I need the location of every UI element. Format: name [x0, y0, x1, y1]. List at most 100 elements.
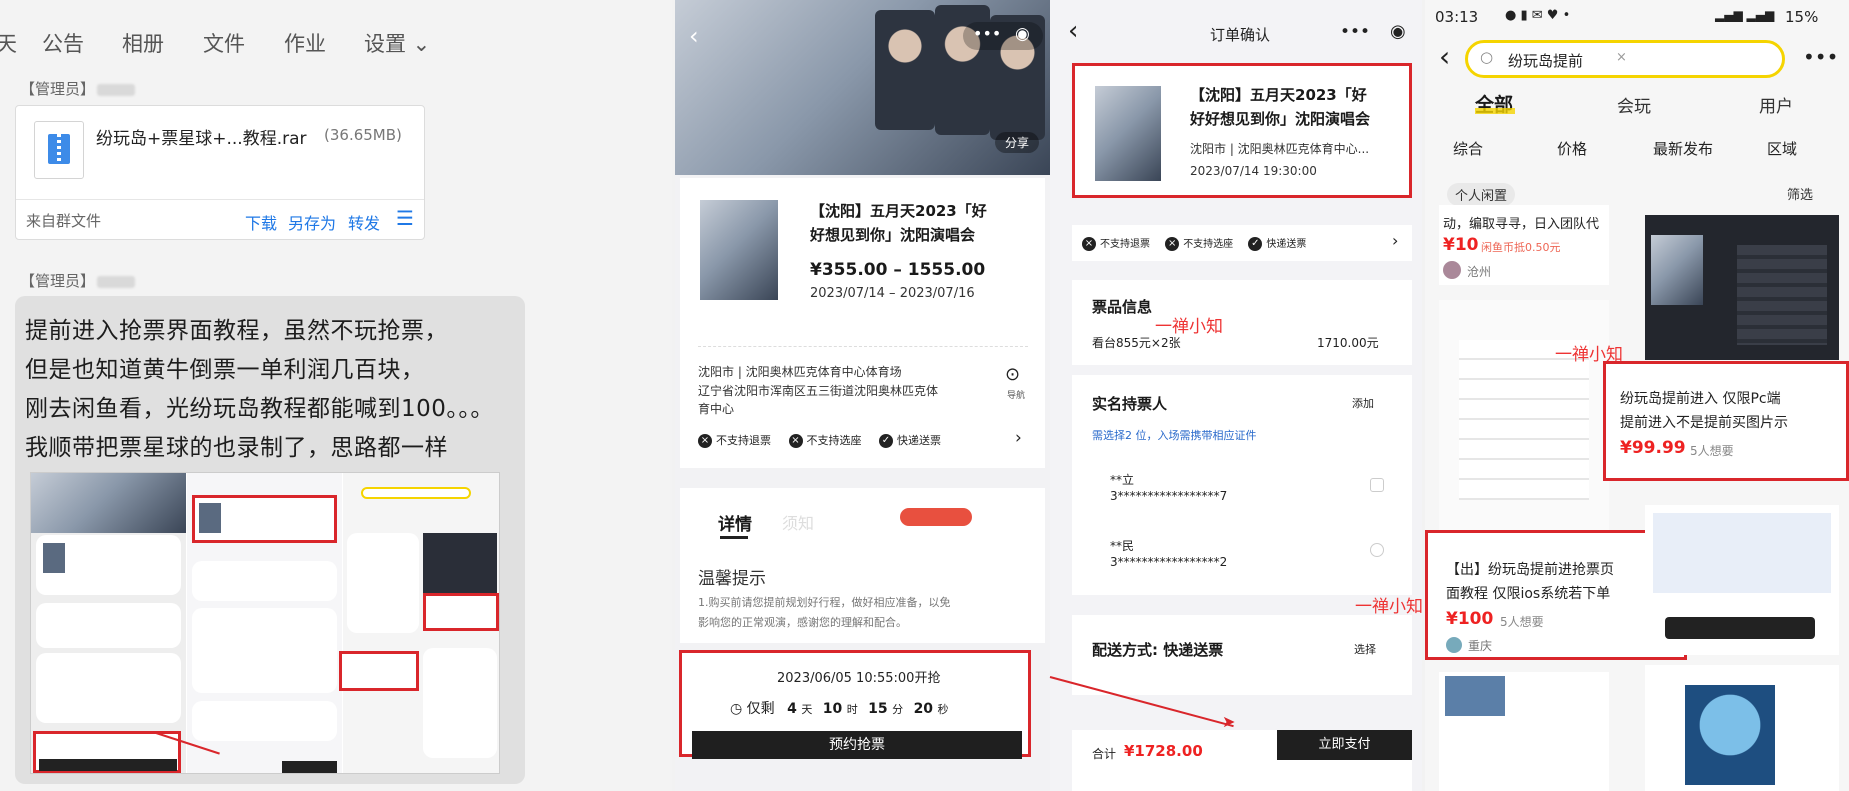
policy-item: 不支持退票 — [1100, 239, 1150, 250]
chevron-right-icon[interactable]: › — [1392, 231, 1398, 250]
result-item[interactable] — [1439, 672, 1609, 791]
download-link[interactable]: 下载 — [245, 210, 277, 234]
result-item-image[interactable] — [1439, 300, 1609, 530]
tab-settings[interactable]: 设置 ⌄ — [364, 28, 430, 58]
want-count: 5人想要 — [1690, 444, 1734, 458]
back-icon[interactable]: ‹ — [689, 22, 699, 50]
holder-checkbox[interactable] — [1370, 478, 1384, 492]
express-delivery-icon: ✓ — [1248, 237, 1263, 251]
pay-now-button[interactable]: 立即支付 — [1277, 730, 1412, 760]
no-seat-select-icon: × — [788, 434, 803, 448]
divider — [698, 346, 1028, 347]
countdown-unit: 时 — [846, 703, 858, 716]
personal-tag[interactable]: 个人闲置 — [1447, 183, 1516, 206]
countdown-prefix: 仅剩 — [746, 701, 775, 717]
capsule-menu[interactable]: ••• ◉ — [963, 22, 1043, 50]
filter-button[interactable]: 筛选 — [1787, 184, 1813, 203]
tab-play[interactable]: 会玩 — [1617, 92, 1651, 117]
no-refund-icon: × — [698, 434, 712, 448]
more-icon[interactable]: ••• — [1340, 22, 1370, 42]
search-results-screen: 03:13 ● ▮ ✉ ♥ • ▂▄▆ ▂▄▆ 15% ‹ ○ 纷玩岛提前 × … — [1425, 0, 1849, 791]
order-button[interactable] — [1665, 617, 1815, 639]
item-title: 纷玩岛提前进入 仅限Pc端 — [1620, 391, 1781, 407]
message-line: 刚去闲鱼看，光纷玩岛教程都能喊到100。。。 — [25, 396, 494, 422]
tab-chat[interactable]: 天 — [0, 28, 17, 58]
no-seat-select-icon: × — [1165, 237, 1180, 251]
filter-newest[interactable]: 最新发布 — [1653, 138, 1713, 159]
express-delivery-icon: ✓ — [879, 434, 893, 448]
thumb-mini-poster — [199, 503, 221, 533]
add-holder-button[interactable]: 添加 — [1352, 395, 1374, 411]
reserve-button[interactable]: 预约抢票 — [692, 731, 1022, 759]
result-item[interactable] — [1645, 665, 1839, 791]
chevron-right-icon[interactable]: › — [1015, 428, 1022, 448]
ticket-amount: 1710.00元 — [1317, 336, 1379, 350]
result-item[interactable]: 动，编取寻寻，日入团队代 ¥10 闲鱼币抵0.50元 沧州 — [1439, 205, 1609, 285]
admin-tag: 【管理员】 — [20, 272, 96, 290]
location-pin-icon[interactable]: ⊙ — [1005, 364, 1020, 385]
item-title: 【出】纷玩岛提前进抢票页 — [1446, 562, 1614, 578]
share-button[interactable]: 分享 — [995, 132, 1040, 153]
tab-album[interactable]: 相册 — [122, 28, 164, 58]
section-title: 票品信息 — [1092, 298, 1153, 316]
tab-files[interactable]: 文件 — [203, 28, 245, 58]
thumb-card — [192, 561, 337, 601]
item-title: 提前进入不是提前买图片示 — [1620, 415, 1788, 431]
tab-detail[interactable]: 详情 — [718, 510, 752, 535]
close-target-icon[interactable]: ◉ — [1015, 24, 1030, 44]
countdown-row: ◷ 仅剩 4 天 10 时 15 分 20 秒 — [730, 698, 949, 718]
countdown-unit: 天 — [801, 703, 813, 716]
notification-icons: ● ▮ ✉ ♥ • — [1505, 8, 1571, 23]
forward-link[interactable]: 转发 — [348, 210, 380, 234]
close-target-icon[interactable]: ◉ — [1390, 21, 1406, 42]
tab-users[interactable]: 用户 — [1759, 92, 1793, 117]
promo-badge[interactable] — [900, 508, 972, 526]
message-image-thumbnail[interactable] — [30, 472, 500, 774]
tab-homework[interactable]: 作业 — [284, 28, 326, 58]
holder-name: **民 — [1110, 539, 1135, 553]
clear-icon[interactable]: × — [1616, 50, 1627, 65]
filter-region[interactable]: 区域 — [1767, 138, 1797, 159]
tip-text: 影响您的正常观演，感谢您的理解和配合。 — [698, 616, 907, 629]
battery-level: 15% — [1785, 8, 1819, 26]
coin-discount: 闲鱼币抵0.50元 — [1481, 241, 1561, 254]
price-range: ¥355.00 – 1555.00 — [810, 260, 986, 280]
thumb-card — [36, 603, 181, 648]
search-input[interactable]: ○ 纷玩岛提前 × — [1465, 40, 1785, 78]
zip-stripe-icon — [57, 134, 61, 164]
back-icon[interactable]: ‹ — [1068, 16, 1078, 46]
tab-announcement[interactable]: 公告 — [42, 28, 84, 58]
sale-start-time: 2023/06/05 10:55:00开抢 — [777, 671, 941, 686]
ticket-holder-section: 实名持票人 添加 需选择2 位，入场需携带相应证件 **立 3*********… — [1072, 375, 1412, 595]
file-message-card[interactable]: 纷玩岛+票星球+...教程.rar (36.65MB) 来自群文件 下载 另存为… — [15, 105, 425, 240]
result-item-image[interactable] — [1645, 215, 1839, 360]
back-icon[interactable]: ‹ — [1439, 40, 1450, 73]
filter-price[interactable]: 价格 — [1557, 138, 1587, 159]
delivery-section: 配送方式: 快递送票 选择 — [1072, 615, 1412, 695]
more-icon[interactable]: ••• — [973, 24, 1001, 43]
policy-item: 快递送票 — [1266, 239, 1307, 250]
tab-notice[interactable]: 须知 — [782, 510, 814, 534]
filter-overall[interactable]: 综合 — [1453, 138, 1483, 159]
holder-checkbox[interactable] — [1370, 543, 1384, 557]
save-as-link[interactable]: 另存为 — [288, 210, 336, 234]
avatar — [1443, 261, 1461, 279]
thumb-card — [192, 701, 337, 741]
message-line: 提前进入抢票界面教程，虽然不玩抢票， — [25, 318, 448, 344]
listing-highlight-box[interactable]: 纷玩岛提前进入 仅限Pc端 提前进入不是提前买图片示 ¥99.99 5人想要 — [1603, 361, 1849, 481]
result-item[interactable] — [1645, 505, 1839, 655]
more-icon[interactable]: ••• — [1803, 45, 1838, 69]
event-title-line: 好好想见到你」沈阳演唱会 — [1190, 110, 1371, 128]
more-menu-icon[interactable]: ☰ — [396, 206, 414, 230]
file-name[interactable]: 纷玩岛+票星球+...教程.rar — [96, 124, 307, 149]
item-image — [1685, 685, 1775, 785]
venue-line: 沈阳市 | 沈阳奥林匹克体育中心体育场 — [698, 365, 902, 379]
message-line: 但是也知道黄牛倒票一单利润几百块， — [25, 357, 425, 383]
message-line: 我顺带把票星球的也录制了，思路都一样 — [25, 435, 448, 461]
search-query[interactable]: 纷玩岛提前 — [1508, 50, 1583, 71]
thumb-phone-3 — [339, 473, 499, 773]
thumb-card — [192, 608, 337, 693]
sender-label: 【管理员】 — [20, 270, 136, 291]
nav-label[interactable]: 导航 — [1007, 388, 1025, 401]
delivery-select-button[interactable]: 选择 — [1354, 641, 1376, 657]
